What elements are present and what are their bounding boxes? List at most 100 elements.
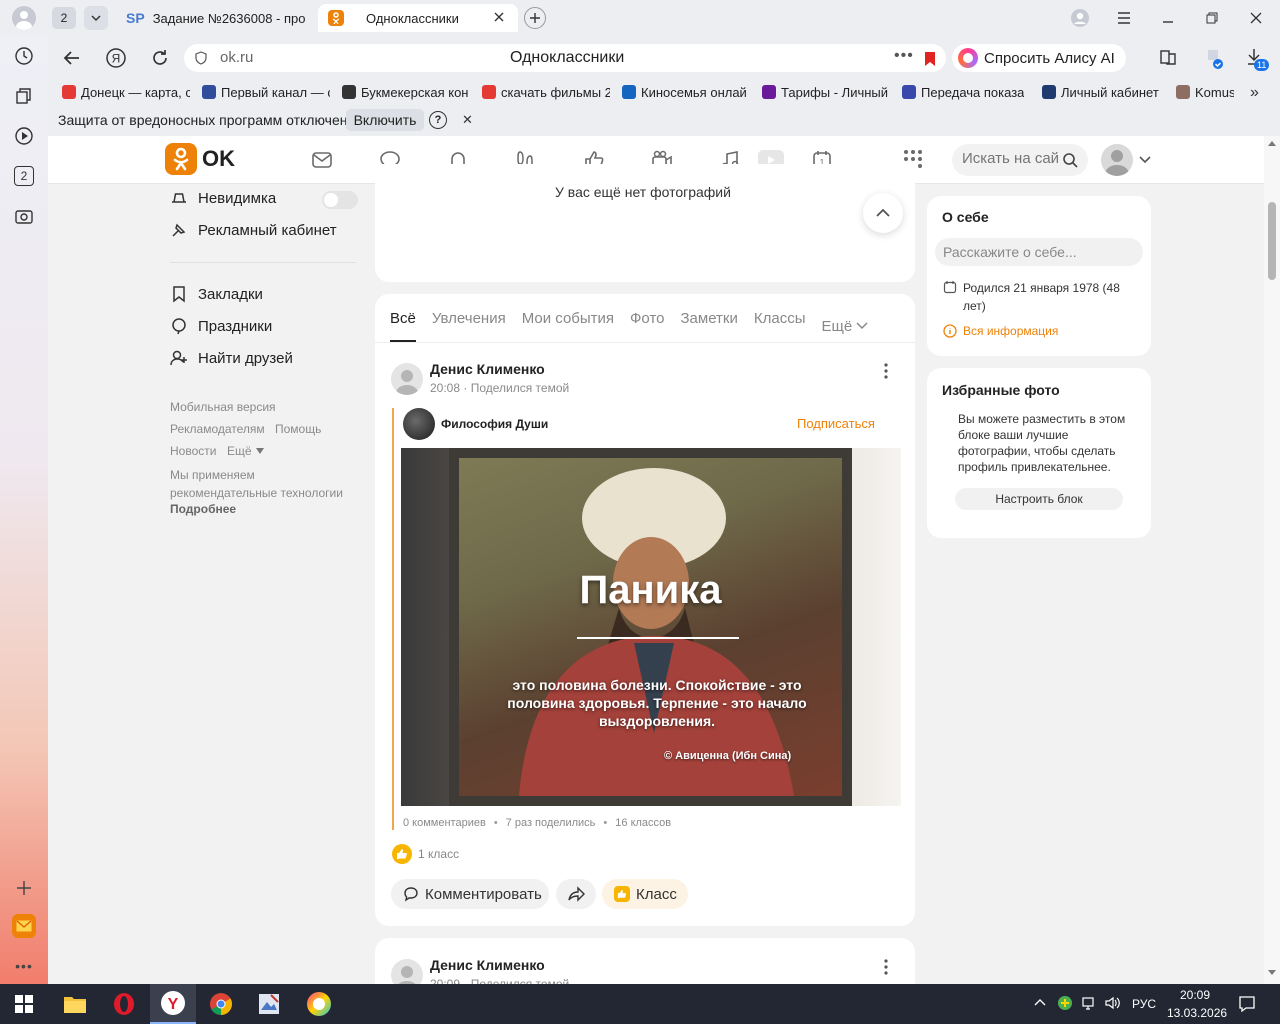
mail-app-icon[interactable] (12, 914, 36, 938)
feed-tab-hobbies[interactable]: Увлечения (432, 310, 506, 342)
yandex-icon[interactable]: Я (104, 46, 128, 70)
bookmarks-more-icon[interactable]: » (1250, 84, 1259, 102)
menu-icon[interactable] (1112, 6, 1136, 30)
ok-logo[interactable]: OK (165, 143, 235, 175)
tab-zadanie[interactable]: SP Задание №2636008 - про (120, 4, 310, 32)
sidebar-badge-icon[interactable]: 2 (12, 164, 36, 188)
help-link[interactable]: Помощь (275, 422, 321, 436)
subscribe-button[interactable]: Подписаться (797, 416, 875, 431)
invisible-item[interactable]: Невидимка (170, 189, 276, 207)
camera-icon[interactable] (12, 204, 36, 228)
search-icon[interactable] (1062, 152, 1078, 168)
bookmark-item[interactable]: Киносемья онлай (622, 83, 750, 101)
close-window-icon[interactable] (1244, 6, 1268, 30)
color-app-icon[interactable] (303, 988, 335, 1020)
bookmark-item[interactable]: Тарифы - Личный (762, 83, 890, 101)
details-link[interactable]: Подробнее (170, 502, 236, 516)
share-button[interactable] (556, 879, 596, 909)
history-icon[interactable] (12, 44, 36, 68)
network-icon[interactable] (1082, 995, 1098, 1011)
find-friends-item[interactable]: Найти друзей (170, 349, 293, 367)
comments-stat[interactable]: 0 комментариев (403, 817, 486, 829)
bookmark-item[interactable]: Букмекерская кон (342, 83, 470, 101)
bookmark-item[interactable]: Первый канал — с (202, 83, 330, 101)
user-avatar[interactable] (1101, 144, 1133, 176)
yandex-browser-icon[interactable]: Y (150, 984, 196, 1024)
close-tab-icon[interactable] (492, 10, 506, 24)
feed-tab-photo[interactable]: Фото (630, 310, 664, 342)
mobile-version-link[interactable]: Мобильная версия (170, 400, 276, 414)
tray-chevron-icon[interactable] (1034, 997, 1046, 1007)
address-bar[interactable]: ok.ru Одноклассники ••• (184, 44, 946, 72)
post2-menu-icon[interactable] (880, 958, 892, 976)
messages-icon[interactable] (310, 148, 334, 172)
group-name[interactable]: Философия Души (441, 417, 548, 431)
clock-time[interactable]: 20:09 (1180, 988, 1210, 1002)
post-menu-icon[interactable] (880, 362, 892, 380)
collections-icon[interactable] (1158, 48, 1178, 68)
bookmark-item[interactable]: Komus (1176, 83, 1234, 101)
about-input[interactable]: Расскажите о себе... (935, 238, 1143, 266)
tabs-dropdown-icon[interactable] (84, 6, 108, 30)
enable-protection-button[interactable]: Включить (346, 109, 424, 131)
language-indicator[interactable]: РУС (1132, 997, 1156, 1011)
scrollbar-thumb[interactable] (1268, 202, 1276, 280)
feed-tab-all[interactable]: Всё (390, 310, 416, 342)
protect-icon[interactable] (1204, 48, 1226, 70)
comment-button[interactable]: Комментировать (391, 879, 549, 909)
reactions-row[interactable]: 1 класс (392, 844, 459, 864)
bookmark-item[interactable]: скачать фильмы 2 (482, 83, 610, 101)
ad-cabinet-item[interactable]: Рекламный кабинет (170, 221, 337, 239)
feed-tab-notes[interactable]: Заметки (681, 310, 738, 342)
all-info-link[interactable]: Вся информация (943, 324, 1058, 338)
ask-alisa-button[interactable]: Спросить Алису AI (952, 44, 1126, 72)
post-image[interactable]: Паника это половина болезни. Спокойствие… (401, 448, 901, 806)
profile-icon[interactable] (1068, 6, 1092, 30)
more-dots-icon[interactable]: ••• (894, 47, 914, 65)
notifications-center-icon[interactable] (1238, 995, 1256, 1013)
collections-sidebar-icon[interactable] (12, 84, 36, 108)
tab-odnoklassniki[interactable]: Одноклассники (318, 4, 518, 32)
explorer-icon[interactable] (59, 988, 91, 1020)
invisible-toggle[interactable] (322, 191, 358, 209)
post-author-name[interactable]: Денис Клименко (430, 361, 545, 377)
bookmark-item[interactable]: Донецк — карта, с (62, 83, 190, 101)
play-icon[interactable] (12, 124, 36, 148)
page-scrollbar[interactable] (1264, 136, 1280, 984)
post-author-avatar[interactable] (391, 363, 423, 395)
scroll-up-button[interactable] (863, 193, 903, 233)
add-panel-icon[interactable] (12, 876, 36, 900)
feed-tab-more[interactable]: Ещё (822, 310, 869, 342)
feed-tab-classes[interactable]: Классы (754, 310, 806, 342)
likes-stat[interactable]: 16 классов (615, 817, 671, 829)
user-menu-chevron-icon[interactable] (1139, 155, 1151, 165)
tray-app-icon[interactable] (1057, 995, 1073, 1011)
shares-stat[interactable]: 7 раз поделились (506, 817, 596, 829)
help-icon[interactable]: ? (429, 111, 447, 129)
opera-icon[interactable] (108, 988, 140, 1020)
bookmark-item[interactable]: Личный кабинет (1042, 83, 1170, 101)
group-avatar[interactable] (403, 408, 435, 440)
tab-count-button[interactable]: 2 (52, 7, 76, 29)
volume-icon[interactable] (1104, 995, 1122, 1011)
bookmark-item[interactable]: Передача показа (902, 83, 1030, 101)
browser-profile-icon[interactable] (12, 6, 36, 30)
search-input[interactable] (962, 150, 1060, 167)
post2-author-name[interactable]: Денис Клименко (430, 957, 545, 973)
new-tab-button[interactable] (524, 7, 546, 29)
close-notice-icon[interactable]: ✕ (462, 112, 473, 128)
minimize-icon[interactable] (1156, 6, 1180, 30)
footer-more-link[interactable]: Ещё (227, 444, 265, 458)
editor-app-icon[interactable] (253, 988, 285, 1020)
bookmarks-item[interactable]: Закладки (170, 285, 263, 303)
restore-icon[interactable] (1200, 6, 1224, 30)
reload-icon[interactable] (148, 46, 172, 70)
news-link[interactable]: Новости (170, 444, 216, 458)
start-icon[interactable] (8, 988, 40, 1020)
class-button[interactable]: Класс (602, 879, 688, 909)
site-info-icon[interactable] (194, 51, 208, 65)
search-box[interactable] (952, 144, 1088, 176)
back-icon[interactable] (60, 46, 84, 70)
feed-tab-events[interactable]: Мои события (522, 310, 614, 342)
holidays-item[interactable]: Праздники (170, 317, 272, 335)
